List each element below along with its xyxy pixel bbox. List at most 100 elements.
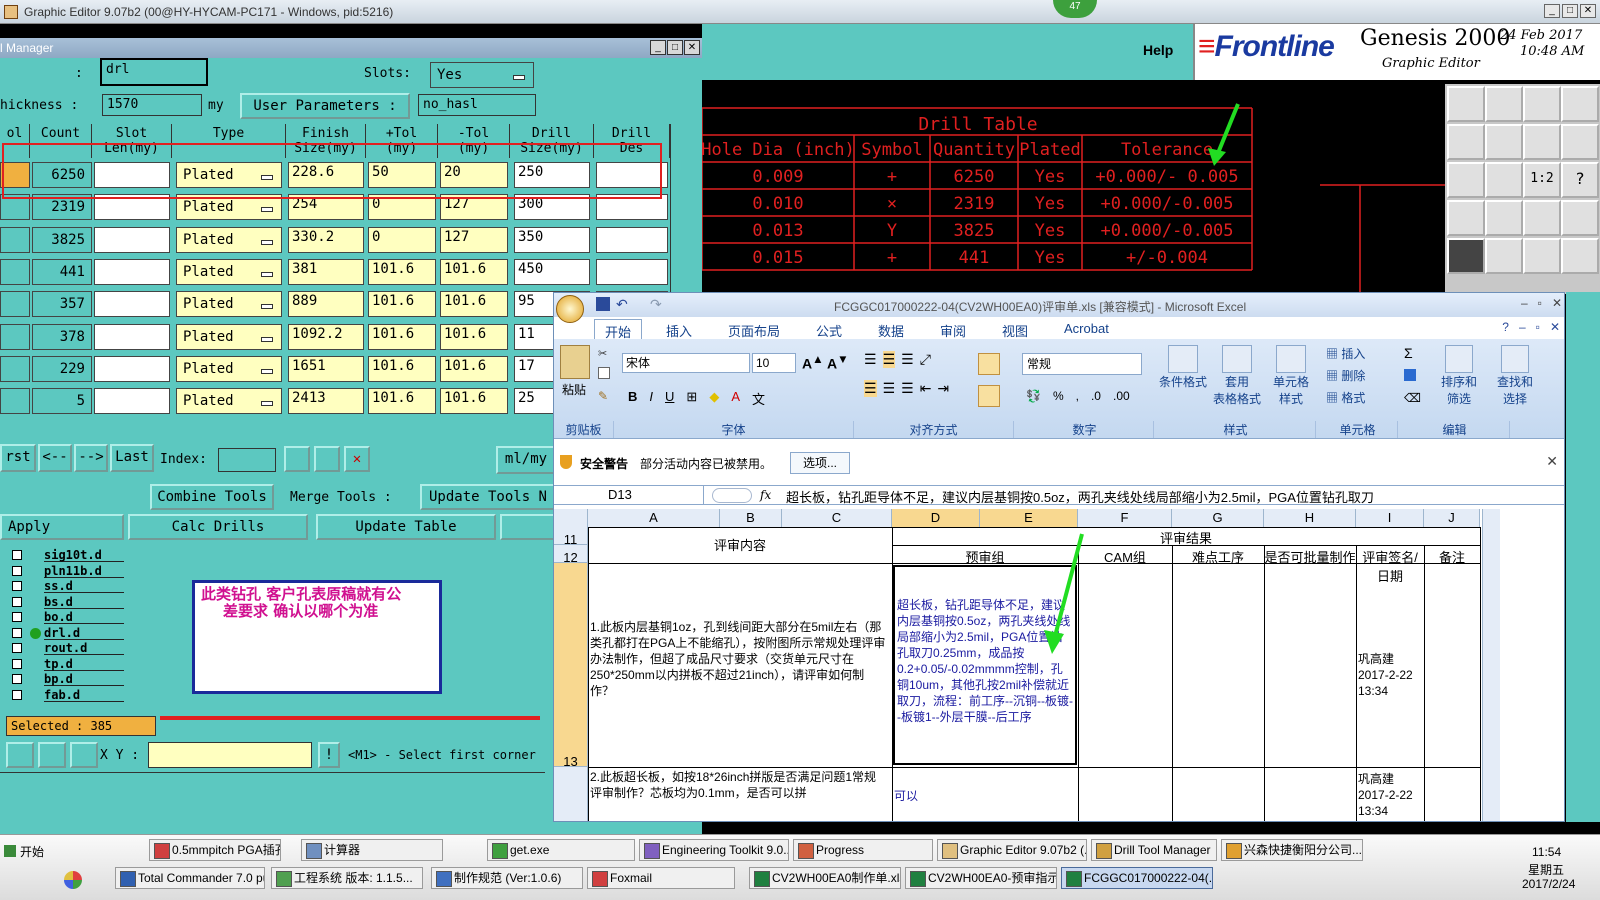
drill-icon[interactable] bbox=[1485, 200, 1523, 236]
layer-icon[interactable] bbox=[1561, 86, 1599, 122]
taskbar-button[interactable]: CV2WH00EA0制作单.xls... bbox=[749, 867, 901, 889]
fill-icon[interactable] bbox=[1404, 369, 1416, 381]
combine-tools-button[interactable]: Combine Tools bbox=[150, 484, 274, 510]
slot-len-cell[interactable] bbox=[94, 291, 170, 318]
bold-button[interactable]: B bbox=[628, 389, 637, 408]
first-button[interactable]: rst bbox=[0, 444, 36, 472]
taskbar-button[interactable]: 计算器 bbox=[301, 839, 443, 861]
column-header-b[interactable]: B bbox=[720, 509, 782, 527]
column-header-e[interactable]: E bbox=[980, 509, 1078, 527]
slot-len-cell[interactable] bbox=[94, 258, 170, 285]
column-header-a[interactable]: A bbox=[588, 509, 720, 527]
grid-icon[interactable] bbox=[1561, 124, 1599, 160]
prev-button[interactable]: <-- bbox=[38, 444, 72, 472]
wrap-text-icon[interactable] bbox=[978, 353, 1000, 375]
paste-button[interactable]: 粘贴 bbox=[562, 381, 586, 398]
plus-tol-cell[interactable]: 101.6 bbox=[368, 323, 436, 350]
taskbar-button[interactable]: Foxmail bbox=[587, 867, 735, 889]
layer-item[interactable]: rout.d bbox=[8, 641, 128, 656]
align-middle-icon[interactable]: ☰ bbox=[882, 351, 896, 368]
ribbon-close-button[interactable]: ✕ bbox=[1550, 320, 1560, 334]
netlist-icon[interactable] bbox=[1561, 200, 1599, 236]
multi-color-icon[interactable] bbox=[64, 871, 82, 889]
question-cell-2[interactable]: 2.此板超长板，如按18*26inch拼版是否满足问题1常规评审制作？芯板均为0… bbox=[590, 769, 888, 801]
cursor-icon[interactable] bbox=[1447, 238, 1485, 274]
measure-icon[interactable] bbox=[1447, 200, 1485, 236]
ribbon-tab[interactable]: Acrobat bbox=[1054, 319, 1119, 338]
edit-button[interactable]: 排序和 筛选 bbox=[1432, 345, 1486, 407]
minus-tol-cell[interactable]: 101.6 bbox=[440, 258, 508, 285]
next-button[interactable]: --> bbox=[74, 444, 108, 472]
finish-size-cell[interactable]: 381 bbox=[288, 258, 364, 285]
decrease-decimal-icon[interactable]: .00 bbox=[1113, 389, 1130, 403]
sign-cell-2[interactable]: 巩高建 2017-2-22 13:34 bbox=[1358, 771, 1422, 819]
type-dropdown[interactable]: Plated bbox=[176, 258, 282, 285]
taskbar-button[interactable]: 兴森快捷衡阳分公司... bbox=[1221, 839, 1363, 861]
finish-size-cell[interactable]: 2413 bbox=[288, 388, 364, 415]
user-params-field[interactable]: no_hasl bbox=[418, 94, 536, 116]
phonetic-icon[interactable]: 文 bbox=[752, 389, 765, 408]
snap-icon[interactable] bbox=[1523, 124, 1561, 160]
redo-icon[interactable]: ↷ bbox=[650, 296, 662, 313]
layer-checkbox[interactable] bbox=[12, 612, 22, 622]
cut-icon[interactable]: ✂ bbox=[598, 347, 607, 360]
question-cell[interactable]: 1.此板内层基铜1oz，孔到线间距大部分在5mil左右（那类孔都打在PGA上不能… bbox=[590, 619, 888, 699]
font-size-select[interactable]: 10 bbox=[752, 353, 796, 373]
tool-selector[interactable] bbox=[0, 226, 30, 253]
maximize-button[interactable]: □ bbox=[1562, 4, 1578, 18]
fit-icon[interactable] bbox=[1447, 162, 1485, 198]
font-color-icon[interactable]: A bbox=[731, 389, 740, 408]
help-menu[interactable]: Help bbox=[1143, 42, 1173, 58]
tool-selector[interactable] bbox=[0, 323, 30, 350]
align-center-icon[interactable]: ☰ bbox=[883, 380, 896, 397]
ribbon-minimize-button[interactable]: – bbox=[1519, 320, 1526, 334]
pan-right-icon[interactable] bbox=[1485, 124, 1523, 160]
select-tool-icon[interactable] bbox=[38, 742, 66, 768]
dm-minimize-button[interactable]: _ bbox=[650, 40, 666, 55]
minimize-button[interactable]: _ bbox=[1544, 4, 1560, 18]
close-button[interactable]: ✕ bbox=[1580, 4, 1596, 18]
minus-tol-cell[interactable]: 101.6 bbox=[440, 388, 508, 415]
save-icon[interactable] bbox=[596, 297, 610, 311]
edit-button[interactable]: 查找和 选择 bbox=[1488, 345, 1542, 407]
layer-item[interactable]: ss.d bbox=[8, 579, 128, 594]
ribbon-restore-button[interactable]: ▫ bbox=[1536, 320, 1540, 334]
taskbar-button[interactable]: 制作规范 (Ver:1.0.6) bbox=[431, 867, 583, 889]
percent-icon[interactable]: % bbox=[1053, 389, 1064, 403]
slot-len-cell[interactable] bbox=[94, 355, 170, 382]
name-box[interactable]: D13 bbox=[554, 486, 704, 505]
indent-icon[interactable]: ⇤ bbox=[920, 380, 932, 397]
grow-font-icon[interactable]: A▲ A▼ bbox=[802, 353, 849, 372]
minus-tol-cell[interactable]: 127 bbox=[440, 226, 508, 253]
copy-icon[interactable] bbox=[598, 367, 610, 379]
scale-icon[interactable]: 1:2 bbox=[1523, 162, 1561, 198]
taskbar-button[interactable]: Progress bbox=[793, 839, 933, 861]
office-button[interactable] bbox=[556, 295, 584, 323]
tool-selector[interactable] bbox=[0, 388, 30, 415]
minus-tol-cell[interactable]: 101.6 bbox=[440, 291, 508, 318]
xl-restore-button[interactable]: ▫ bbox=[1538, 296, 1542, 310]
number-format-select[interactable]: 常规 bbox=[1022, 353, 1142, 375]
increase-decimal-icon[interactable]: .0 bbox=[1091, 389, 1101, 403]
help-circle-icon[interactable]: ? bbox=[1502, 320, 1509, 334]
drill-size-cell[interactable]: 450 bbox=[514, 258, 590, 285]
sign-cell[interactable]: 巩高建 2017-2-22 13:34 bbox=[1358, 651, 1422, 699]
start-button[interactable]: 开始 bbox=[2, 841, 48, 863]
layer-item[interactable]: bs.d bbox=[8, 594, 128, 610]
table-row[interactable]: 441 Plated 381 101.6 101.6 450 bbox=[0, 257, 670, 287]
tool-selector[interactable] bbox=[0, 258, 30, 285]
command-line[interactable] bbox=[0, 772, 545, 802]
drill-des-cell[interactable] bbox=[596, 258, 668, 285]
taskbar-button[interactable]: Drill Tool Manager bbox=[1091, 839, 1217, 861]
units-button[interactable]: ml/my bbox=[496, 446, 556, 474]
style-button[interactable]: 单元格 样式 bbox=[1264, 345, 1318, 407]
info-icon[interactable]: ! bbox=[318, 742, 340, 768]
last-button[interactable]: Last bbox=[110, 444, 154, 472]
drill-size-cell[interactable]: 350 bbox=[514, 226, 590, 253]
delete-icon[interactable]: ✕ bbox=[344, 446, 370, 472]
thickness-field[interactable]: 1570 bbox=[102, 94, 202, 116]
layer-item[interactable]: sig10t.d bbox=[8, 548, 128, 563]
row-header[interactable] bbox=[554, 767, 588, 821]
font-name-select[interactable]: 宋体 bbox=[622, 353, 750, 373]
row-header[interactable]: 11 bbox=[554, 527, 588, 547]
